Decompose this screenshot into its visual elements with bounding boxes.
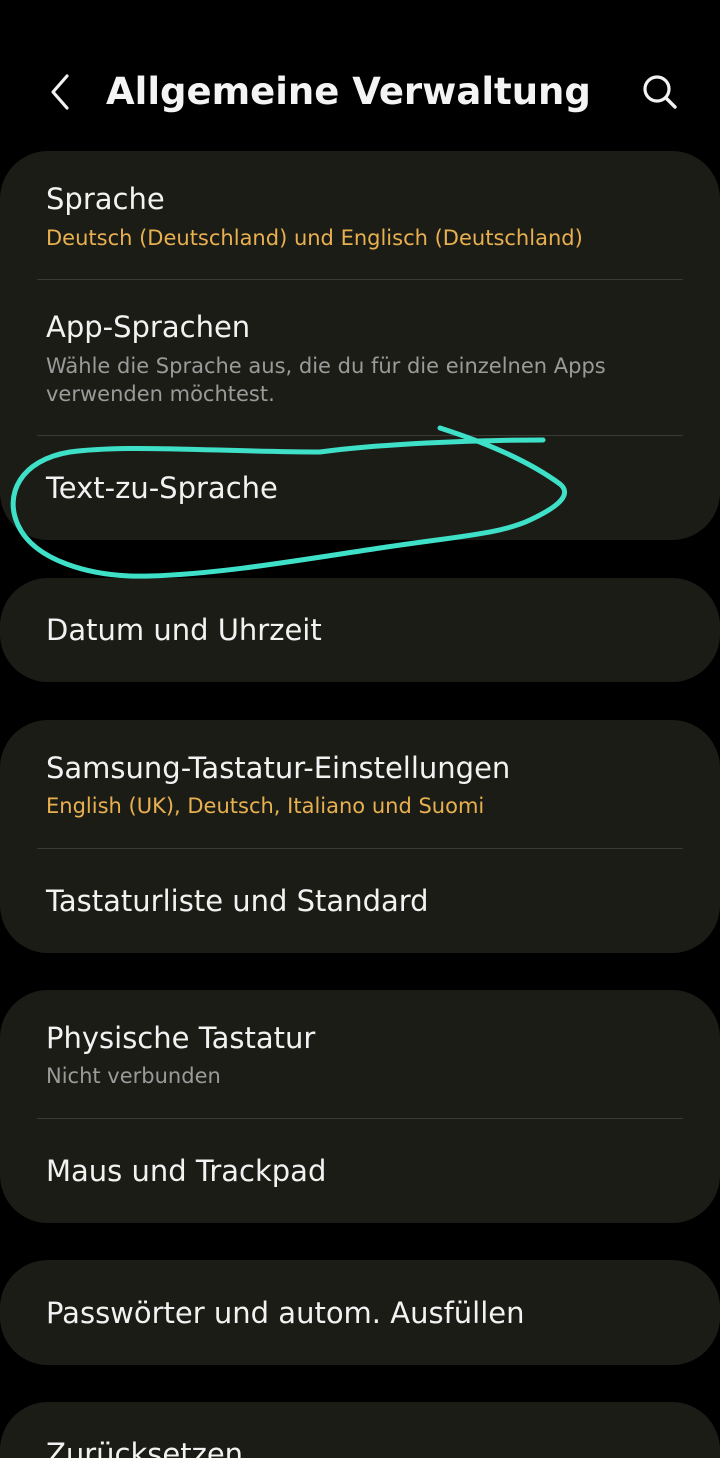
chevron-left-icon <box>51 74 69 110</box>
item-title: Samsung-Tastatur-Einstellungen <box>46 751 511 785</box>
item-subtitle: Wähle die Sprache aus, die du für die ei… <box>46 354 606 406</box>
settings-group-reset: Zurücksetzen <box>0 1402 720 1458</box>
item-title: Passwörter und autom. Ausfüllen <box>46 1296 525 1330</box>
item-subtitle: English (UK), Deutsch, Italiano und Suom… <box>46 794 485 818</box>
list-item-datum-uhrzeit[interactable]: Datum und Uhrzeit <box>0 578 720 682</box>
item-subtitle: Nicht verbunden <box>46 1064 221 1088</box>
item-title: Text-zu-Sprache <box>46 471 278 505</box>
settings-group-input-devices: Physische Tastatur Nicht verbunden Maus … <box>0 990 720 1223</box>
item-title: Datum und Uhrzeit <box>46 613 322 647</box>
item-title: Physische Tastatur <box>46 1021 316 1055</box>
list-item-tastaturliste[interactable]: Tastaturliste und Standard <box>0 849 720 953</box>
search-icon <box>643 75 677 109</box>
item-title: App-Sprachen <box>46 310 251 344</box>
settings-group-keyboard: Samsung-Tastatur-Einstellungen English (… <box>0 720 720 953</box>
item-title: Zurücksetzen <box>46 1437 244 1458</box>
item-title: Tastaturliste und Standard <box>46 884 429 918</box>
list-item-maus-trackpad[interactable]: Maus und Trackpad <box>0 1119 720 1223</box>
list-item-zuruecksetzen[interactable]: Zurücksetzen <box>0 1402 720 1458</box>
item-title: Sprache <box>46 182 165 216</box>
item-subtitle: Deutsch (Deutschland) und Englisch (Deut… <box>46 226 583 250</box>
item-title: Maus und Trackpad <box>46 1154 327 1188</box>
search-button[interactable] <box>634 66 686 118</box>
settings-group-language: Sprache Deutsch (Deutschland) und Englis… <box>0 151 720 540</box>
app-header: Allgemeine Verwaltung <box>0 0 720 150</box>
page-title: Allgemeine Verwaltung <box>106 70 591 113</box>
list-item-sprache[interactable]: Sprache Deutsch (Deutschland) und Englis… <box>0 151 720 279</box>
list-item-samsung-tastatur[interactable]: Samsung-Tastatur-Einstellungen English (… <box>0 720 720 848</box>
back-button[interactable] <box>36 66 84 118</box>
list-item-passwoerter[interactable]: Passwörter und autom. Ausfüllen <box>0 1260 720 1365</box>
list-item-text-zu-sprache[interactable]: Text-zu-Sprache <box>0 436 720 540</box>
list-item-physische-tastatur[interactable]: Physische Tastatur Nicht verbunden <box>0 990 720 1118</box>
list-item-app-sprachen[interactable]: App-Sprachen Wähle die Sprache aus, die … <box>0 280 720 435</box>
settings-group-passwords: Passwörter und autom. Ausfüllen <box>0 1260 720 1365</box>
settings-group-datetime: Datum und Uhrzeit <box>0 578 720 682</box>
